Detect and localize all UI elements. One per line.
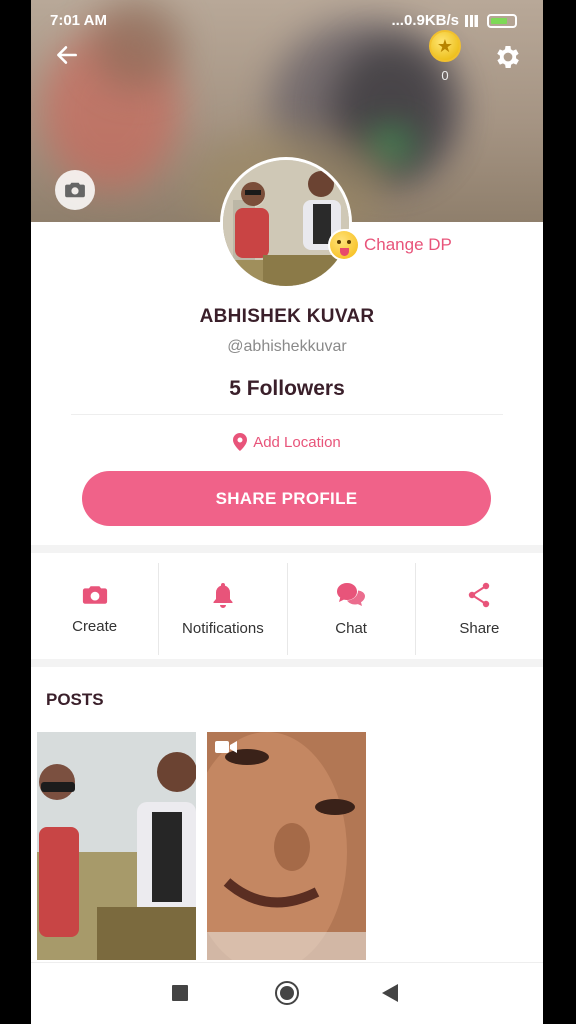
create-label: Create <box>72 617 118 635</box>
video-camera-icon <box>215 741 237 753</box>
location-pin-icon <box>233 433 248 451</box>
avatar[interactable] <box>220 157 352 289</box>
square-icon <box>172 985 188 1001</box>
chat-icon <box>337 582 366 606</box>
system-nav-bar <box>31 962 543 1024</box>
camera-icon <box>65 182 85 198</box>
post-thumbnail[interactable] <box>37 732 196 960</box>
post-photo <box>37 732 196 960</box>
arrow-left-icon <box>57 46 77 64</box>
notifications-label: Notifications <box>182 619 264 637</box>
create-button[interactable]: Create <box>31 563 160 655</box>
change-cover-button[interactable] <box>55 170 95 210</box>
chat-button[interactable]: Chat <box>288 563 416 655</box>
followers-count[interactable]: 5 Followers <box>31 377 543 401</box>
status-time: 7:01 AM <box>50 12 107 29</box>
signal-icon <box>465 14 481 27</box>
share-icon <box>469 582 490 607</box>
status-bar: 7:01 AM ...0.9KB/s <box>31 0 543 40</box>
share-profile-button[interactable]: SHARE PROFILE <box>82 471 491 526</box>
share-label: Share <box>459 619 500 637</box>
home-button[interactable] <box>274 980 300 1011</box>
action-bar: Create Notifications Chat Share <box>31 563 543 655</box>
add-location-label: Add Location <box>253 433 341 451</box>
post-thumbnail-video[interactable] <box>207 732 366 960</box>
battery-icon <box>487 13 517 28</box>
coin-count: 0 <box>441 68 449 83</box>
section-divider <box>31 545 543 553</box>
profile-name: ABHISHEK KUVAR <box>199 306 375 327</box>
triangle-back-icon <box>382 984 398 1002</box>
divider <box>71 414 503 415</box>
post-video-frame <box>207 732 366 960</box>
change-dp-button[interactable]: Change DP <box>328 229 460 261</box>
chat-label: Chat <box>335 619 367 637</box>
profile-handle: @abhishekkuvar <box>227 338 347 355</box>
camera-icon <box>82 585 107 604</box>
network-speed: ...0.9KB/s <box>391 12 459 29</box>
tongue-emoji-icon <box>330 231 358 259</box>
change-dp-label: Change DP <box>364 235 452 254</box>
add-location-button[interactable]: Add Location <box>31 433 543 451</box>
profile-screen: 7:01 AM ...0.9KB/s ★ 0 Change DP ABHISHE… <box>31 0 543 1024</box>
gear-icon <box>497 46 519 68</box>
notifications-button[interactable]: Notifications <box>159 563 288 655</box>
circle-icon <box>275 981 299 1005</box>
share-button[interactable]: Share <box>416 563 543 655</box>
recents-button[interactable] <box>172 985 188 1006</box>
coin-icon[interactable]: ★ <box>429 30 461 62</box>
settings-button[interactable] <box>493 42 523 72</box>
avatar-photo <box>223 160 349 286</box>
back-nav-button[interactable] <box>382 984 398 1007</box>
posts-title: POSTS <box>46 690 104 709</box>
section-divider <box>31 659 543 667</box>
back-button[interactable] <box>51 42 83 74</box>
bell-icon <box>213 582 233 608</box>
